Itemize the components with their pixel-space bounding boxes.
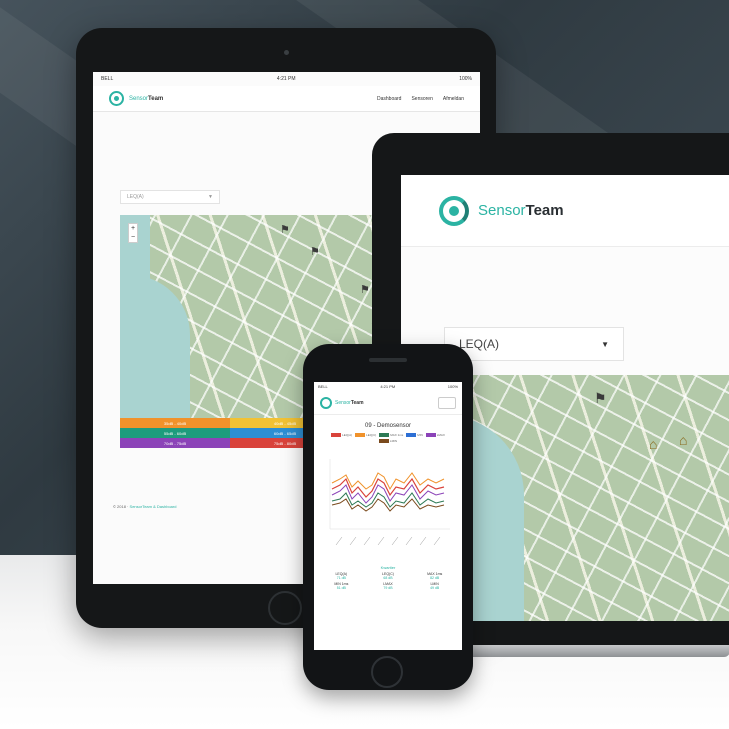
stats-grid: LEQ(A) 71 dB LEQ(C) 68 dB MAX 1ms 82 dB … [314, 570, 462, 592]
brand-name[interactable]: SensorTeam [478, 202, 564, 219]
legend-item: LMIN [378, 439, 397, 443]
phone-line-chart [320, 449, 456, 559]
battery-label: 100% [447, 384, 458, 389]
brand-part1: Sensor [478, 202, 526, 219]
chart-svg [329, 459, 450, 546]
brand-part1: Sensor [335, 399, 351, 406]
legend-item: 55dB - 60dB [120, 428, 230, 438]
laptop-map[interactable]: ⚑ ⌂ ⌂ [444, 375, 729, 621]
zoom-in-button[interactable]: + [129, 224, 137, 233]
zoom-control: + − [128, 223, 138, 243]
tablet-navbar: SensorTeam Dashboard Sensoren Afmeldan [93, 86, 480, 112]
map-marker-icon[interactable]: ⚑ [280, 225, 290, 236]
phone-home-button[interactable] [371, 656, 403, 688]
brand-part2: Team [525, 202, 564, 219]
stat-value: 79 dB [383, 586, 393, 590]
stat-value: 51 dB [336, 586, 346, 590]
tablet-camera [284, 50, 289, 55]
footer-copyright: © 2018 · [113, 504, 129, 509]
measure-select[interactable]: LEQ(A) ▼ [120, 190, 220, 204]
legend-item: LMAX [425, 433, 445, 437]
stat-item: MIN 1ms 51 dB [318, 582, 365, 590]
phone-status-bar: BELL 4:21 PM 100% [314, 382, 462, 391]
phone-screen: BELL 4:21 PM 100% SensorTeam 09 - Demose… [314, 382, 462, 650]
tablet-status-bar: BELL 4:21 PM 100% [93, 72, 480, 86]
chevron-down-icon: ▼ [208, 194, 213, 200]
stat-item: LEQ(A) 71 dB [318, 572, 365, 580]
chart-legend: LEQ(A) LEQ(C) MAX 1ms MIN LMAX LMIN [314, 429, 462, 447]
map-marker-icon[interactable]: ⚑ [360, 285, 370, 296]
map-water [120, 275, 190, 418]
carrier-label: BELL [101, 76, 114, 82]
stat-item: LEQ(C) 68 dB [365, 572, 412, 580]
phone-navbar: SensorTeam [314, 391, 462, 415]
carrier-label: BELL [318, 384, 328, 389]
brand-part1: Sensor [129, 95, 149, 102]
phone-speaker [369, 358, 407, 362]
menu-item-sensoren[interactable]: Sensoren [411, 96, 432, 102]
legend-item: 35dB - 40dB [120, 418, 230, 428]
brand-name[interactable]: SensorTeam [335, 400, 364, 406]
brand-part2: Team [148, 95, 164, 102]
measure-select-value: LEQ(A) [459, 337, 500, 351]
battery-label: 100% [459, 76, 472, 82]
sensorteam-logo-icon[interactable] [320, 396, 332, 409]
stat-value: 49 dB [430, 586, 440, 590]
legend-item: MIN [406, 433, 423, 437]
tablet-menu: Dashboard Sensoren Afmeldan [377, 96, 464, 102]
brand-part2: Team [350, 399, 364, 406]
menu-toggle-button[interactable] [438, 396, 456, 409]
stat-value: 68 dB [383, 576, 393, 580]
tablet-footer: © 2018 · SensorTeam & Dashboard [113, 504, 176, 509]
measure-select-value: LEQ(A) [127, 194, 144, 200]
map-marker-icon[interactable]: ⚑ [594, 391, 607, 405]
sensorteam-logo-icon[interactable] [439, 195, 469, 226]
footer-link[interactable]: SensorTeam & Dashboard [130, 504, 177, 509]
time-label: 4:21 PM [380, 384, 396, 389]
legend-item: 70dB - 75dB [120, 438, 230, 448]
chevron-down-icon: ▼ [601, 339, 609, 349]
stat-item: LMIN 49 dB [411, 582, 458, 590]
stat-item: MAX 1ms 82 dB [411, 572, 458, 580]
stat-value: 82 dB [430, 576, 440, 580]
zoom-out-button[interactable]: − [129, 233, 137, 242]
stat-item: LMAX 79 dB [365, 582, 412, 590]
laptop-navbar: SensorTeam [401, 175, 729, 247]
brand-name[interactable]: SensorTeam [129, 96, 163, 102]
legend-item: MAX 1ms [379, 433, 403, 437]
legend-item: LEQ(A) [331, 433, 352, 437]
map-marker-icon[interactable]: ⚑ [310, 247, 320, 258]
stat-value: 71 dB [336, 576, 346, 580]
menu-item-dashboard[interactable]: Dashboard [377, 96, 401, 102]
sensorteam-logo-icon[interactable] [109, 91, 124, 106]
phone-device: BELL 4:21 PM 100% SensorTeam 09 - Demose… [303, 344, 473, 690]
time-label: 4:21 PM [276, 76, 296, 82]
menu-item-afmelden[interactable]: Afmeldan [443, 96, 464, 102]
measure-select[interactable]: LEQ(A) ▼ [444, 327, 624, 361]
map-marker-icon[interactable]: ⌂ [649, 437, 657, 451]
tablet-home-button[interactable] [268, 591, 302, 625]
legend-item: LEQ(C) [355, 433, 376, 437]
map-marker-icon[interactable]: ⌂ [679, 433, 687, 447]
